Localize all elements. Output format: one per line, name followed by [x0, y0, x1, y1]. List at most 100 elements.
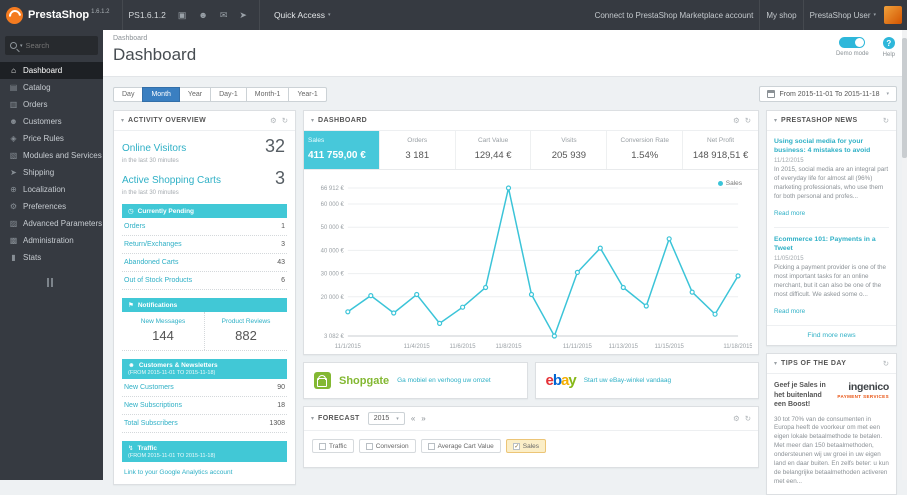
product-reviews-cell[interactable]: Product Reviews 882 [204, 312, 287, 350]
sidebar-item-shipping[interactable]: ➤ Shipping [0, 164, 103, 181]
range-month-1-button[interactable]: Month-1 [245, 86, 290, 102]
sidebar-item-localization[interactable]: ⊕ Localization [0, 181, 103, 198]
sidebar-item-administration[interactable]: ▩ Administration [0, 232, 103, 249]
avatar[interactable] [884, 6, 902, 24]
year-select[interactable]: 2015 ▾ [367, 412, 405, 425]
chevron-down-icon: ▾ [873, 12, 876, 18]
tips-panel-title: TIPS OF THE DAY [781, 360, 847, 368]
read-more-link[interactable]: Read more [774, 210, 805, 217]
kpi-cart-value[interactable]: Cart Value 129,44 € [454, 131, 531, 169]
kpi-orders[interactable]: Orders 3 181 [378, 131, 455, 169]
new-messages-cell[interactable]: New Messages 144 [122, 312, 204, 350]
out-of-stock-link[interactable]: Out of Stock Products [124, 277, 192, 284]
collapse-icon[interactable]: ▾ [311, 415, 314, 422]
kpi-label: Visits [561, 137, 577, 144]
online-visitors-metric: Online Visitors in the last 30 minutes 3… [122, 136, 287, 164]
kpi-conversion-rate[interactable]: Conversion Rate 1.54% [606, 131, 682, 169]
range-month-button[interactable]: Month [142, 86, 180, 102]
refresh-icon[interactable]: ↻ [282, 116, 288, 125]
collapse-icon[interactable]: ▾ [774, 360, 777, 367]
notifications-grid: New Messages 144 Product Reviews 882 [122, 312, 287, 351]
help-button[interactable]: ? Help [883, 37, 895, 58]
forecast-option-sales[interactable]: Sales [505, 439, 546, 453]
kpi-sales[interactable]: Sales 411 759,00 € [304, 131, 379, 169]
news-article: Using social media for your business: 4 … [774, 137, 889, 227]
cart-icon[interactable]: ▣ [178, 10, 187, 21]
kpi-value: 205 939 [551, 150, 587, 161]
gear-icon[interactable]: ⚙ [270, 116, 277, 125]
pager-next-button[interactable]: » [421, 414, 425, 423]
collapse-icon[interactable]: ▾ [121, 117, 124, 124]
refresh-icon[interactable]: ↻ [883, 116, 889, 125]
mail-icon[interactable]: ✉ [220, 10, 228, 21]
new-messages-link[interactable]: New Messages [122, 318, 204, 325]
range-day-1-button[interactable]: Day-1 [210, 86, 247, 102]
gear-icon[interactable]: ⚙ [733, 116, 740, 125]
active-carts-link[interactable]: Active Shopping Carts [122, 175, 221, 186]
product-reviews-value: 882 [235, 328, 257, 343]
sales-chart-area: 66 912 € 60 000 € 50 000 € 40 000 € 30 000 €… [304, 170, 758, 354]
new-subscriptions-link[interactable]: New Subscriptions [124, 402, 182, 409]
forecast-option-traffic[interactable]: Traffic [312, 439, 354, 453]
find-more-news-link[interactable]: Find more news [767, 325, 896, 345]
sidebar-item-preferences[interactable]: ⚙ Preferences [0, 198, 103, 215]
customers-icon[interactable]: ☻ [198, 10, 207, 20]
rocket-icon[interactable]: ➤ [239, 10, 247, 21]
sidebar-item-label: Price Rules [23, 134, 64, 143]
sidebar-item-catalog[interactable]: ▤ Catalog [0, 79, 103, 96]
forecast-option-average-cart-value[interactable]: Average Cart Value [420, 439, 501, 453]
read-more-link[interactable]: Read more [774, 308, 805, 315]
orders-link[interactable]: Orders [124, 223, 145, 230]
returns-link[interactable]: Return/Exchanges [124, 241, 182, 248]
kpi-net-profit[interactable]: Net Profit 148 918,51 € [682, 131, 758, 169]
pager-prev-button[interactable]: « [411, 414, 415, 423]
article-body: Picking a payment provider is one of the… [774, 264, 887, 299]
date-range-picker[interactable]: From 2015-11-01 To 2015-11-18 ▾ [759, 86, 897, 102]
range-year-1-button[interactable]: Year-1 [288, 86, 327, 102]
article-title-link[interactable]: Using social media for your business: 4 … [774, 137, 889, 155]
sidebar-item-advanced-parameters[interactable]: ▨ Advanced Parameters [0, 215, 103, 232]
sidebar-item-dashboard[interactable]: ⌂ Dashboard [0, 62, 103, 79]
svg-text:30 000 €: 30 000 € [321, 272, 345, 278]
new-customers-link[interactable]: New Customers [124, 384, 174, 391]
sidebar-item-modules[interactable]: ▧ Modules and Services [0, 147, 103, 164]
search-input[interactable] [25, 41, 81, 50]
user-menu[interactable]: PrestaShop User ▾ [810, 11, 876, 20]
ebay-link[interactable]: Start uw eBay-winkel vandaag [584, 377, 671, 384]
product-reviews-link[interactable]: Product Reviews [205, 318, 287, 325]
collapse-icon[interactable]: ▾ [311, 117, 314, 124]
total-subscribers-link[interactable]: Total Subscribers [124, 420, 178, 427]
collapse-icon[interactable]: ▾ [774, 117, 777, 124]
demo-mode-toggle[interactable]: Demo mode [836, 37, 869, 58]
modules-icon: ▧ [9, 151, 18, 160]
shopgate-name: Shopgate [339, 374, 390, 387]
chip-label: Average Cart Value [437, 442, 494, 450]
svg-text:11/18/2015: 11/18/2015 [723, 344, 752, 350]
sidebar-item-stats[interactable]: ▮ Stats [0, 249, 103, 266]
google-analytics-link[interactable]: Link to your Google Analytics account [122, 462, 287, 476]
gear-icon[interactable]: ⚙ [733, 414, 740, 423]
my-shop-link[interactable]: My shop [766, 11, 796, 20]
quick-access-menu[interactable]: Quick Access ▾ [274, 10, 331, 20]
toggle-on-icon[interactable] [839, 37, 866, 48]
sidebar-item-price-rules[interactable]: ◈ Price Rules [0, 130, 103, 147]
shopgate-link[interactable]: Ga mobiel en verhoog uw omzet [397, 377, 491, 384]
abandoned-carts-link[interactable]: Abandoned Carts [124, 259, 178, 266]
sidebar-item-customers[interactable]: ☻ Customers [0, 113, 103, 130]
refresh-icon[interactable]: ↻ [745, 414, 751, 423]
sidebar-collapse-handle[interactable] [46, 278, 57, 287]
kpi-value: 3 181 [405, 150, 430, 161]
scrollbar-thumb[interactable] [902, 38, 907, 158]
article-title-link[interactable]: Ecommerce 101: Payments in a Tweet [774, 235, 889, 253]
marketplace-link[interactable]: Connect to PrestaShop Marketplace accoun… [595, 11, 754, 20]
range-year-button[interactable]: Year [178, 86, 212, 102]
kpi-visits[interactable]: Visits 205 939 [530, 131, 606, 169]
sidebar-item-label: Preferences [23, 202, 67, 211]
forecast-option-conversion[interactable]: Conversion [358, 439, 416, 453]
refresh-icon[interactable]: ↻ [883, 359, 889, 368]
sidebar-item-orders[interactable]: ▥ Orders [0, 96, 103, 113]
sidebar-search[interactable]: ▾ [5, 36, 98, 55]
range-day-button[interactable]: Day [113, 86, 144, 102]
refresh-icon[interactable]: ↻ [745, 116, 751, 125]
online-visitors-link[interactable]: Online Visitors [122, 143, 186, 154]
